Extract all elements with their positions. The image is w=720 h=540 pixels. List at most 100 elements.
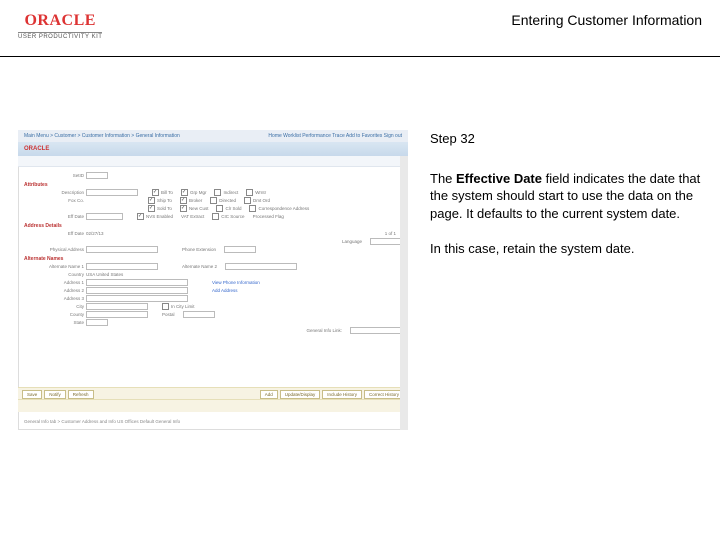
scrollbar[interactable] [400, 156, 408, 430]
p1-bold: Effective Date [456, 171, 542, 186]
shipto-checkbox[interactable] [148, 197, 155, 204]
step-label: Step 32 [430, 130, 705, 148]
desc-input[interactable] [86, 189, 138, 196]
newcust-checkbox[interactable] [180, 205, 187, 212]
cic-label: CIC Source [221, 214, 244, 219]
effdate2-label: Eff Date [24, 231, 84, 236]
genlink-input[interactable] [350, 327, 402, 334]
p1-pre: The [430, 171, 456, 186]
grpmgr-label: Grp Mgr [190, 190, 207, 195]
effdate2-val: 02/27/13 [86, 231, 104, 236]
lang-label: Language [342, 239, 362, 244]
phoneext-input[interactable] [224, 246, 256, 253]
county-label: County [24, 312, 84, 317]
indirect-label: Indirect [223, 190, 238, 195]
brand-subtitle: USER PRODUCTIVITY KIT [18, 32, 102, 40]
corresp-checkbox[interactable] [249, 205, 256, 212]
clrsold-checkbox[interactable] [216, 205, 223, 212]
soldto-checkbox[interactable] [148, 205, 155, 212]
addr-details-header: Address Details [24, 223, 402, 229]
clrsold-label: Clr Sold [225, 206, 241, 211]
incity-label: In City Limit [171, 304, 195, 309]
addr1-input[interactable] [86, 279, 188, 286]
postal-input[interactable] [183, 311, 215, 318]
state-label: State [24, 320, 84, 325]
header-divider [0, 56, 720, 57]
postal-label: Postal [162, 312, 175, 317]
broker-label: Broker [189, 198, 202, 203]
state-input[interactable] [86, 319, 108, 326]
newcust-label: New Cust [189, 206, 209, 211]
dmtord-checkbox[interactable] [244, 197, 251, 204]
city-label: City [24, 304, 84, 309]
correct-button[interactable]: Correct History [364, 390, 404, 399]
billto-label: Bill To [161, 190, 173, 195]
desc-val-label: Fox Co. [24, 198, 84, 203]
alt1-input[interactable] [86, 263, 158, 270]
processed-label: Processed Flag [253, 214, 284, 219]
cic-checkbox[interactable] [212, 213, 219, 220]
add-addr-link[interactable]: Add Address [212, 288, 238, 293]
alt1-label: Alternate Name 1 [24, 264, 84, 269]
app-logo: ORACLE [18, 142, 408, 156]
indirect-checkbox[interactable] [214, 189, 221, 196]
alt2-label: Alternate Name 2 [182, 264, 217, 269]
city-input[interactable] [86, 303, 148, 310]
alt-names-header: Alternate Names [24, 256, 402, 262]
notify-button[interactable]: Notify [44, 390, 66, 399]
physical-input[interactable] [86, 246, 158, 253]
addr2-label: Address 2 [24, 288, 84, 293]
view-phone-link[interactable]: View Phone Information [212, 280, 260, 285]
alt2-input[interactable] [225, 263, 297, 270]
genlink-label: General Info Link: [306, 328, 342, 333]
save-button[interactable]: Save [22, 390, 42, 399]
addr1-label: Address 1 [24, 280, 84, 285]
brand-wordmark: ORACLE [24, 12, 95, 30]
broker-checkbox[interactable] [180, 197, 187, 204]
vat-label: VAT Extract [181, 214, 204, 219]
instruction-paragraph-2: In this case, retain the system date. [430, 240, 705, 258]
add-button[interactable]: Add [260, 390, 278, 399]
corresp-label: Correspondence Address [258, 206, 309, 211]
nvs-checkbox[interactable] [137, 213, 144, 220]
status-text: General Info tab > Customer Address and … [24, 419, 180, 424]
wrntr-checkbox[interactable] [246, 189, 253, 196]
effdate-input[interactable] [86, 213, 123, 220]
setid-input[interactable] [86, 172, 108, 179]
addr3-label: Address 3 [24, 296, 84, 301]
include-button[interactable]: Include History [322, 390, 362, 399]
addr2-input[interactable] [86, 287, 188, 294]
effdate-label: Eff Date [24, 214, 84, 219]
wrntr-label: Wrntr [255, 190, 266, 195]
page-title: Entering Customer Information [511, 12, 702, 28]
addr3-input[interactable] [86, 295, 188, 302]
dmtord-label: Dmt Ord [253, 198, 270, 203]
billto-checkbox[interactable] [152, 189, 159, 196]
shipto-label: Ship To [157, 198, 172, 203]
breadcrumb: Main Menu > Customer > Customer Informat… [24, 133, 180, 139]
nvs-label: NVS Enabled [146, 214, 173, 219]
app-toolbar [18, 156, 408, 167]
soldto-label: Sold To [157, 206, 172, 211]
refresh-button[interactable]: Refresh [68, 390, 94, 399]
update-button[interactable]: Update/Display [280, 390, 321, 399]
attributes-header: Attributes [24, 182, 402, 188]
desc-label: Description [24, 190, 84, 195]
county-input[interactable] [86, 311, 148, 318]
lang-input[interactable] [370, 238, 402, 245]
country-val: USA United States [86, 272, 123, 277]
instruction-paragraph-1: The Effective Date field indicates the d… [430, 170, 705, 223]
directed-checkbox[interactable] [210, 197, 217, 204]
phoneext-label: Phone Extension [182, 247, 216, 252]
physical-label: Physical Address [24, 247, 84, 252]
incity-checkbox[interactable] [162, 303, 169, 310]
directed-label: Directed [219, 198, 236, 203]
instruction-panel: Step 32 The Effective Date field indicat… [430, 130, 705, 276]
top-links: Home Worklist Performance Trace Add to F… [268, 133, 402, 139]
grpmgr-checkbox[interactable] [181, 189, 188, 196]
nav-label: 1 of 1 [385, 231, 396, 236]
country-label: Country [24, 272, 84, 277]
app-screenshot: Main Menu > Customer > Customer Informat… [18, 130, 408, 430]
setid-label: SetID [24, 173, 84, 178]
brand-logo: ORACLE USER PRODUCTIVITY KIT [18, 12, 102, 40]
